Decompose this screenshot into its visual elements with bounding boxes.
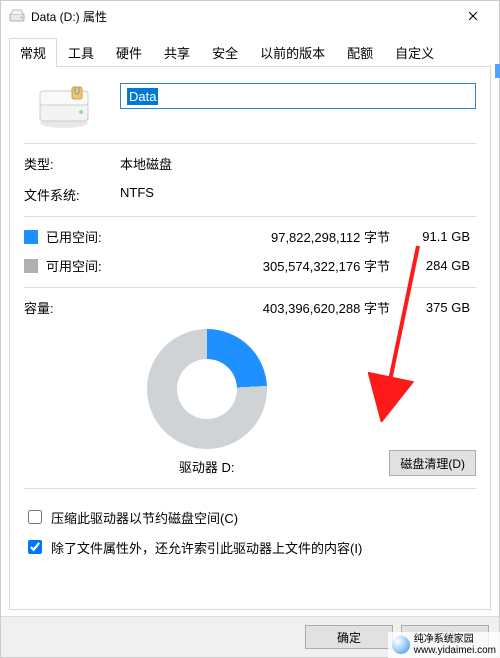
close-button[interactable] <box>451 1 495 31</box>
free-label: 可用空间: <box>46 256 120 275</box>
filesystem-label: 文件系统: <box>24 185 120 204</box>
index-label: 除了文件属性外，还允许索引此驱动器上文件的内容(I) <box>51 538 362 557</box>
separator <box>24 143 476 144</box>
tabs-row: 常规 工具 硬件 共享 安全 以前的版本 配额 自定义 <box>9 37 491 66</box>
drive-large-icon <box>24 83 104 131</box>
free-gb: 284 GB <box>396 258 476 273</box>
tab-tools[interactable]: 工具 <box>57 38 105 67</box>
volume-label-input[interactable]: Data <box>120 83 476 109</box>
used-label: 已用空间: <box>46 227 120 246</box>
separator <box>24 216 476 217</box>
type-value: 本地磁盘 <box>120 154 476 173</box>
index-option[interactable]: 除了文件属性外，还允许索引此驱动器上文件的内容(I) <box>24 537 476 557</box>
filesystem-value: NTFS <box>120 185 476 204</box>
watermark-logo-icon <box>392 636 410 654</box>
ok-button[interactable]: 确定 <box>305 625 393 649</box>
edge-strip <box>495 64 500 78</box>
separator <box>24 488 476 489</box>
watermark-url: www.yidaimei.com <box>414 645 496 656</box>
free-swatch-icon <box>24 259 38 273</box>
index-checkbox[interactable] <box>28 540 42 554</box>
capacity-bytes: 403,396,620,288 字节 <box>120 298 396 317</box>
tab-panel-general: Data 类型: 本地磁盘 文件系统: NTFS 已用空间: 97,822,29… <box>9 66 491 610</box>
drive-icon <box>9 8 25 24</box>
titlebar: Data (D:) 属性 <box>1 1 499 31</box>
tab-custom[interactable]: 自定义 <box>384 38 445 67</box>
free-bytes: 305,574,322,176 字节 <box>120 256 396 275</box>
usage-donut-chart <box>147 329 267 449</box>
used-bytes: 97,822,298,112 字节 <box>120 227 396 246</box>
watermark-title: 纯净系统家园 <box>414 634 496 645</box>
capacity-gb: 375 GB <box>396 300 476 315</box>
volume-label-text: Data <box>127 88 158 105</box>
tab-security[interactable]: 安全 <box>201 38 249 67</box>
compress-checkbox[interactable] <box>28 510 42 524</box>
type-label: 类型: <box>24 154 120 173</box>
tab-general[interactable]: 常规 <box>9 38 57 67</box>
compress-option[interactable]: 压缩此驱动器以节约磁盘空间(C) <box>24 507 476 527</box>
compress-label: 压缩此驱动器以节约磁盘空间(C) <box>51 508 238 527</box>
capacity-label: 容量: <box>24 298 120 317</box>
used-gb: 91.1 GB <box>396 229 476 244</box>
tab-sharing[interactable]: 共享 <box>153 38 201 67</box>
tab-quota[interactable]: 配额 <box>336 38 384 67</box>
tab-hardware[interactable]: 硬件 <box>105 38 153 67</box>
used-swatch-icon <box>24 230 38 244</box>
disk-cleanup-button[interactable]: 磁盘清理(D) <box>389 450 476 476</box>
tab-previous[interactable]: 以前的版本 <box>249 38 336 67</box>
separator <box>24 287 476 288</box>
window-title: Data (D:) 属性 <box>31 8 451 25</box>
watermark: 纯净系统家园 www.yidaimei.com <box>388 632 500 658</box>
drive-letter-label: 驱动器 D: <box>179 457 235 476</box>
close-icon <box>468 11 478 21</box>
